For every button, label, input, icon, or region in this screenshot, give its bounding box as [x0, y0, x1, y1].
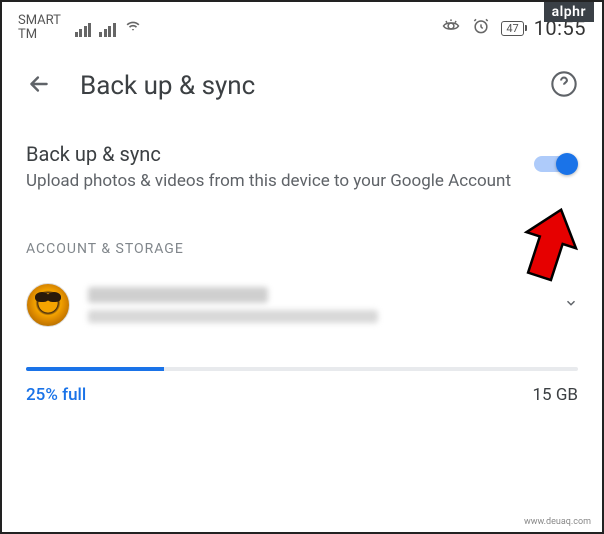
- source-badge: alphr: [544, 2, 594, 22]
- avatar: [26, 283, 70, 327]
- setting-title: Back up & sync: [26, 142, 514, 166]
- app-header: Back up & sync: [2, 50, 602, 114]
- account-name: [88, 287, 268, 303]
- page-title: Back up & sync: [80, 71, 522, 101]
- backup-sync-setting[interactable]: Back up & sync Upload photos & videos fr…: [2, 114, 602, 201]
- wifi-icon: [124, 18, 142, 37]
- status-bar: SMART TM 47 10:55: [2, 2, 602, 50]
- signal-icon: [99, 23, 116, 37]
- signal-icon: [75, 23, 92, 37]
- help-button[interactable]: [550, 70, 578, 102]
- setting-description: Upload photos & videos from this device …: [26, 170, 514, 193]
- carrier-label: SMART TM: [18, 14, 61, 43]
- back-button[interactable]: [26, 71, 52, 101]
- watermark: www.deuaq.com: [521, 516, 594, 528]
- account-email: [88, 310, 378, 323]
- section-header: ACCOUNT & STORAGE: [2, 201, 602, 273]
- storage-section: 25% full 15 GB: [2, 337, 602, 405]
- alarm-icon: [471, 16, 491, 40]
- chevron-down-icon: [564, 295, 578, 314]
- battery-indicator: 47: [501, 21, 523, 36]
- storage-percent: 25% full: [26, 385, 86, 405]
- storage-total: 15 GB: [533, 385, 579, 405]
- account-row[interactable]: [2, 273, 602, 337]
- eye-comfort-icon: [441, 16, 461, 40]
- storage-progress-bar: [26, 367, 578, 371]
- backup-sync-toggle[interactable]: [534, 152, 578, 176]
- storage-progress-fill: [26, 367, 164, 371]
